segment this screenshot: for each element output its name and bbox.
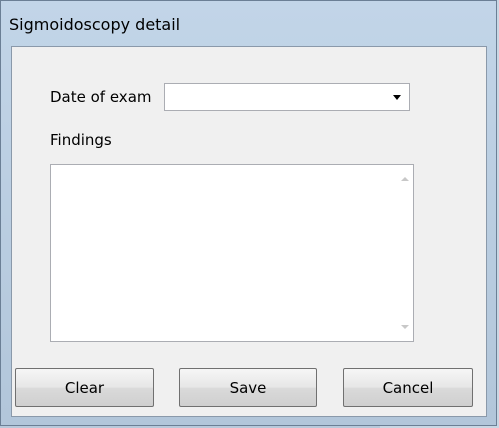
cancel-button[interactable]: Cancel	[343, 368, 473, 407]
findings-label: Findings	[50, 131, 112, 149]
chevron-down-icon[interactable]	[393, 95, 401, 100]
findings-scrollbar[interactable]	[396, 165, 413, 341]
scroll-up-arrow-icon[interactable]	[401, 177, 409, 181]
clear-button[interactable]: Clear	[15, 368, 154, 407]
scroll-down-arrow-icon[interactable]	[401, 325, 409, 329]
window-title: Sigmoidoscopy detail	[9, 15, 181, 34]
title-bar[interactable]: Sigmoidoscopy detail	[1, 1, 496, 45]
findings-textarea[interactable]	[50, 164, 414, 342]
dialog-window: Sigmoidoscopy detail Date of exam Findin…	[0, 0, 497, 426]
date-of-exam-combo[interactable]	[164, 83, 410, 111]
date-of-exam-label: Date of exam	[50, 88, 152, 106]
save-button[interactable]: Save	[179, 368, 317, 407]
dialog-client-area: Date of exam Findings Clear Save Cancel	[11, 46, 487, 417]
